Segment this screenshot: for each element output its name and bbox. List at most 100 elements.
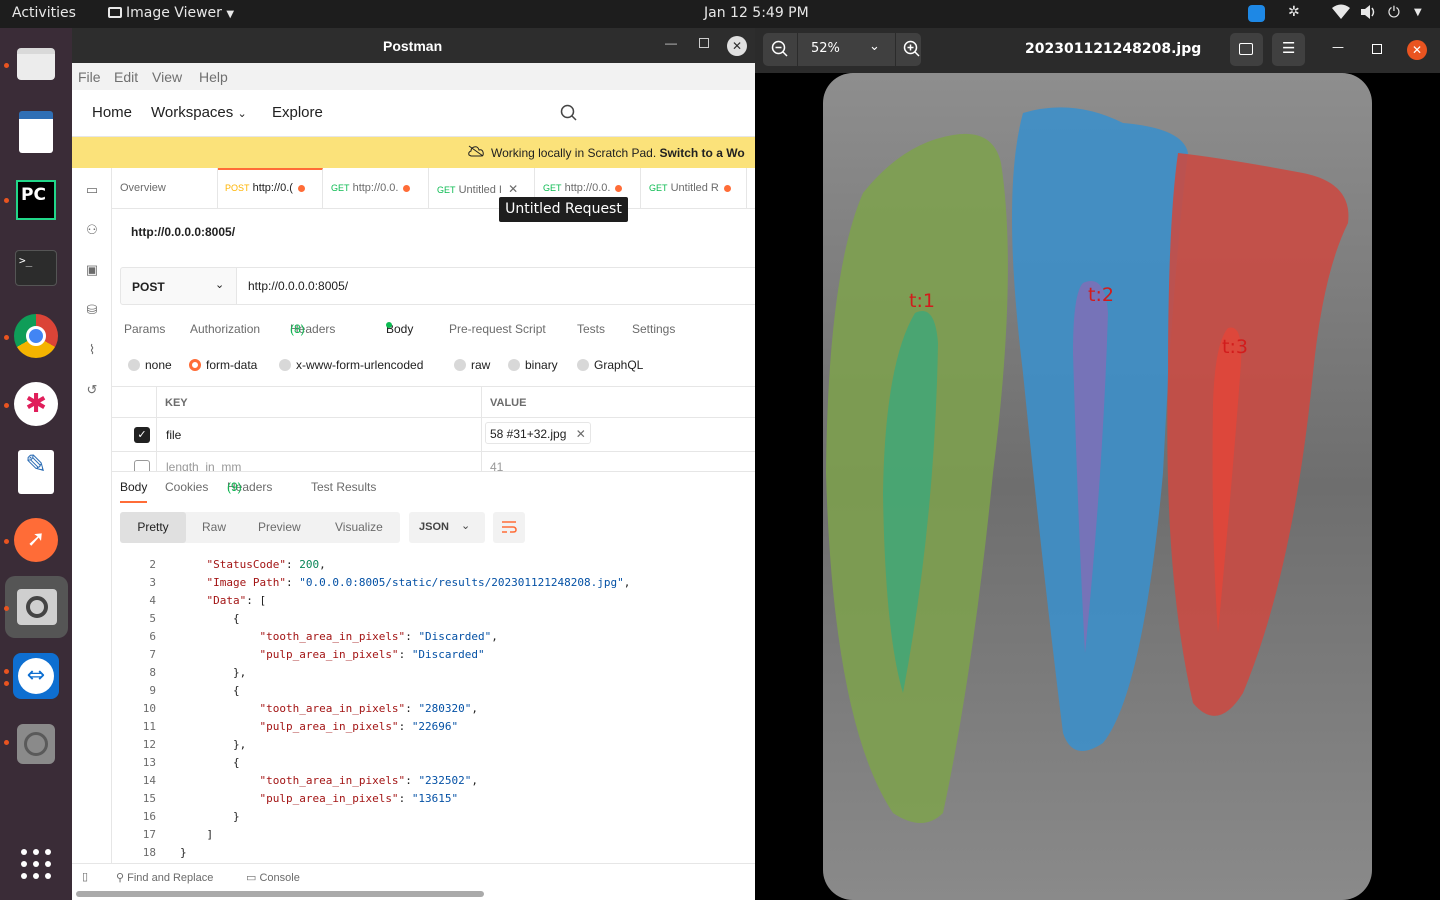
- find-replace-button[interactable]: ⚲ Find and Replace: [116, 871, 213, 884]
- menu-view[interactable]: View: [152, 69, 182, 85]
- radio-form-data[interactable]: [189, 359, 201, 371]
- row-checkbox[interactable]: [134, 460, 150, 471]
- volume-icon[interactable]: [1360, 4, 1378, 24]
- radio-urlencoded-label: x-www-form-urlencoded: [296, 358, 424, 372]
- apis-icon[interactable]: ⚇: [83, 222, 101, 240]
- nav-home[interactable]: Home: [92, 104, 132, 121]
- collections-icon[interactable]: ▭: [83, 182, 101, 200]
- tab-get-4[interactable]: GET Untitled R: [641, 168, 747, 209]
- pane-divider[interactable]: [112, 471, 755, 472]
- close-icon[interactable]: ✕: [1407, 40, 1427, 60]
- view-preview[interactable]: Preview: [258, 520, 301, 534]
- monitors-icon[interactable]: ⌇: [83, 342, 101, 360]
- menu-help[interactable]: Help: [199, 69, 228, 85]
- terminal-app[interactable]: >_: [12, 244, 60, 292]
- view-pretty[interactable]: Pretty: [120, 512, 186, 543]
- running-indicator: [4, 63, 9, 68]
- tab-tests[interactable]: Tests: [577, 322, 605, 336]
- zoom-in-icon[interactable]: [903, 40, 921, 62]
- resp-tab-body[interactable]: Body: [120, 480, 148, 503]
- tab-post-active[interactable]: POST http://0.(: [218, 168, 323, 209]
- radio-binary[interactable]: [508, 359, 520, 371]
- slack-app[interactable]: ✱: [12, 380, 60, 428]
- environments-icon[interactable]: ▣: [83, 262, 101, 280]
- horizontal-scrollbar[interactable]: [76, 891, 484, 897]
- row-value[interactable]: 41: [490, 460, 503, 471]
- running-indicator: [4, 335, 9, 340]
- wrap-lines-button[interactable]: [493, 512, 525, 543]
- console-icon: ▭: [246, 872, 257, 884]
- tab-get-1[interactable]: GET http://0.0.: [323, 168, 429, 209]
- radio-none[interactable]: [128, 359, 140, 371]
- row-key[interactable]: file: [166, 428, 181, 442]
- view-raw[interactable]: Raw: [202, 520, 226, 534]
- main-menu-button[interactable]: ☰: [1272, 33, 1305, 66]
- zoom-menu-chevron-icon[interactable]: ⌄: [869, 39, 880, 54]
- postman-app[interactable]: ➚: [12, 516, 60, 564]
- disk-app[interactable]: [12, 720, 60, 768]
- power-icon[interactable]: ⏻: [1388, 3, 1400, 21]
- activities-button[interactable]: Activities: [12, 5, 76, 21]
- chrome-app[interactable]: [12, 312, 60, 360]
- close-tab-icon[interactable]: ✕: [508, 182, 518, 196]
- row-checkbox[interactable]: ✓: [134, 427, 150, 443]
- minimize-icon[interactable]: —: [1332, 40, 1344, 54]
- radio-form-data-label: form-data: [206, 358, 258, 372]
- request-title[interactable]: http://0.0.0.0:8005/: [131, 225, 235, 239]
- image-viewer-app[interactable]: [5, 576, 68, 638]
- running-indicator: [4, 740, 9, 745]
- view-visualize[interactable]: Visualize: [335, 520, 383, 534]
- slack-tray-icon[interactable]: ✲: [1288, 4, 1300, 20]
- fullscreen-button[interactable]: [1230, 33, 1263, 66]
- tab-pre-request-script[interactable]: Pre-request Script: [449, 322, 546, 336]
- document-viewer-app[interactable]: [12, 108, 60, 156]
- maximize-icon[interactable]: [699, 38, 709, 48]
- xray-image[interactable]: t:1 t:2 t:3: [823, 73, 1372, 900]
- pycharm-app[interactable]: PC: [12, 176, 60, 224]
- menu-file[interactable]: File: [78, 69, 101, 85]
- close-icon[interactable]: ✕: [727, 36, 747, 56]
- code-line: },: [180, 738, 246, 751]
- tab-authorization[interactable]: Authorization: [190, 322, 260, 336]
- row-key[interactable]: length_in_mm: [166, 460, 241, 471]
- console-button[interactable]: ▭ Console: [246, 871, 300, 884]
- tab-params[interactable]: Params: [124, 322, 165, 336]
- response-json-viewer[interactable]: 2 "StatusCode": 200, 3 "Image Path": "0.0…: [112, 550, 755, 860]
- toggle-sidebar-icon[interactable]: ▯: [82, 870, 88, 883]
- code-sep: :: [405, 774, 419, 787]
- files-app[interactable]: [12, 40, 60, 88]
- app-menu[interactable]: Image Viewer ▼: [108, 5, 234, 21]
- image-viewer-window: 52% ⌄ 202301121248208.jpg ☰ — ✕ t:1 t:2 …: [755, 28, 1440, 900]
- file-chip[interactable]: 58 #31+32.jpg ✕: [485, 422, 591, 444]
- format-select[interactable]: JSON ⌄: [409, 512, 485, 543]
- nav-workspaces[interactable]: Workspaces ⌄: [151, 104, 247, 121]
- tab-overview[interactable]: Overview: [112, 168, 218, 209]
- maximize-icon[interactable]: [1372, 44, 1382, 54]
- resp-tab-cookies[interactable]: Cookies: [165, 480, 208, 494]
- teamviewer-tray-icon[interactable]: [1248, 5, 1265, 22]
- remove-file-icon[interactable]: ✕: [576, 427, 586, 441]
- minimize-icon[interactable]: —: [665, 36, 677, 50]
- tab-settings[interactable]: Settings: [632, 322, 675, 336]
- unsaved-dot: [297, 184, 305, 192]
- zoom-level[interactable]: 52%: [811, 41, 840, 56]
- url-input[interactable]: http://0.0.0.0:8005/: [237, 268, 755, 304]
- text-editor-app[interactable]: ✎: [12, 448, 60, 496]
- mock-servers-icon[interactable]: ⛁: [83, 302, 101, 320]
- history-icon[interactable]: ↺: [83, 382, 101, 400]
- nav-explore[interactable]: Explore: [272, 104, 323, 121]
- clock[interactable]: Jan 12 5:49 PM: [704, 5, 809, 21]
- radio-raw[interactable]: [454, 359, 466, 371]
- search-icon[interactable]: [560, 104, 578, 126]
- banner-switch-link[interactable]: Switch to a Wo: [660, 146, 745, 160]
- zoom-out-icon[interactable]: [771, 40, 789, 62]
- menu-edit[interactable]: Edit: [114, 69, 138, 85]
- radio-urlencoded[interactable]: [279, 359, 291, 371]
- method-select[interactable]: POST ⌄: [121, 268, 237, 304]
- show-apps-button[interactable]: [12, 840, 60, 888]
- wifi-icon[interactable]: [1332, 4, 1350, 24]
- radio-graphql[interactable]: [577, 359, 589, 371]
- resp-tab-test-results[interactable]: Test Results: [311, 480, 376, 494]
- system-menu-chevron-icon[interactable]: ▼: [1414, 7, 1422, 18]
- teamviewer-app[interactable]: ⇔: [12, 652, 60, 700]
